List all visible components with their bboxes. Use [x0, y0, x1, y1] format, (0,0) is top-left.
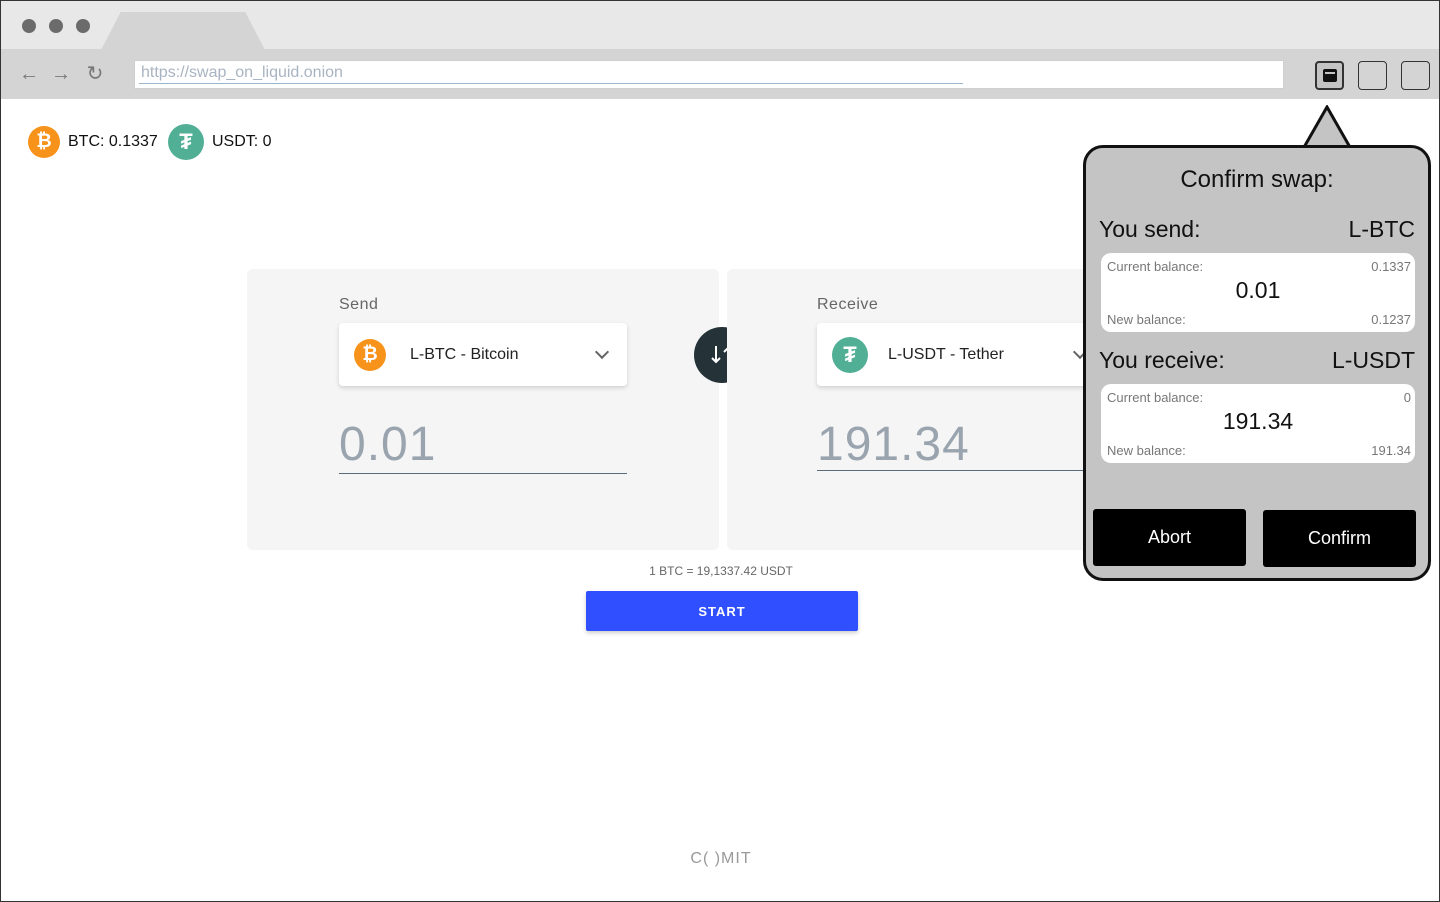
- send-current-balance-label: Current balance:: [1107, 259, 1204, 274]
- bitcoin-icon: ₿: [354, 338, 386, 371]
- popup-pointer: [1303, 105, 1353, 149]
- send-label: Send: [339, 296, 379, 313]
- start-button[interactable]: START: [586, 591, 858, 631]
- usdt-balance: ₮ USDT: 0: [168, 124, 272, 160]
- wallet-icon: [1323, 69, 1337, 82]
- extension-button-2[interactable]: [1358, 61, 1387, 90]
- confirm-button[interactable]: Confirm: [1263, 510, 1416, 567]
- abort-button[interactable]: Abort: [1093, 509, 1246, 566]
- window-minimize-dot[interactable]: [49, 19, 63, 33]
- confirm-swap-popup: Confirm swap: You send: L-BTC Current ba…: [1083, 145, 1431, 581]
- send-amount-input[interactable]: 0.01: [339, 417, 436, 472]
- send-new-balance-label: New balance:: [1107, 312, 1186, 327]
- receive-new-balance-label: New balance:: [1107, 443, 1186, 458]
- tether-icon: ₮: [168, 124, 204, 160]
- receive-amount-input[interactable]: 191.34: [817, 417, 970, 472]
- send-current-balance-value: 0.1337: [1371, 259, 1411, 274]
- window-maximize-dot[interactable]: [76, 19, 90, 33]
- receive-label: Receive: [817, 296, 879, 313]
- url-text: https://swap_on_liquid.onion: [141, 64, 343, 81]
- btc-balance: ₿ BTC: 0.1337: [28, 125, 158, 159]
- receive-new-balance-value: 191.34: [1371, 443, 1411, 458]
- receive-asset-select[interactable]: ₮ L-USDT - Tether: [817, 323, 1105, 386]
- send-row: You send: L-BTC: [1099, 216, 1415, 243]
- you-send-label: You send:: [1099, 216, 1201, 242]
- receive-balance-box: Current balance: 0 191.34 New balance: 1…: [1101, 384, 1415, 463]
- send-card: Send ₿ L-BTC - Bitcoin 0.01: [247, 269, 719, 550]
- usdt-balance-text: USDT: 0: [212, 133, 272, 150]
- back-arrow-icon[interactable]: ←: [19, 64, 39, 84]
- receive-current-balance-label: Current balance:: [1107, 390, 1204, 405]
- send-amount-value: 0.01: [1235, 277, 1281, 303]
- send-asset-select[interactable]: ₿ L-BTC - Bitcoin: [339, 323, 627, 386]
- reload-icon[interactable]: ↻: [85, 64, 105, 84]
- receive-current-balance-value: 0: [1403, 390, 1411, 405]
- browser-tab[interactable]: [101, 12, 265, 50]
- receive-asset-label: L-USDT: [1331, 347, 1415, 373]
- browser-titlebar: [1, 1, 1439, 50]
- send-asset-label: L-BTC: [1348, 216, 1415, 242]
- send-balance-box: Current balance: 0.1337 0.01 New balance…: [1101, 253, 1415, 332]
- browser-navbar: ← → ↻ https://swap_on_liquid.onion: [1, 49, 1439, 99]
- footer-logo: C( )MIT: [690, 850, 752, 867]
- receive-amount-underline: [817, 470, 1087, 471]
- wallet-extension-button[interactable]: [1315, 61, 1344, 90]
- window-close-dot[interactable]: [22, 19, 36, 33]
- you-receive-label: You receive:: [1099, 347, 1225, 373]
- popup-title: Confirm swap:: [1180, 166, 1334, 193]
- bitcoin-icon: ₿: [28, 126, 60, 158]
- tether-icon: ₮: [832, 336, 868, 373]
- receive-asset-name: L-USDT - Tether: [888, 345, 1004, 363]
- url-bar[interactable]: https://swap_on_liquid.onion: [134, 60, 1284, 89]
- chevron-down-icon: [594, 344, 610, 360]
- receive-row: You receive: L-USDT: [1099, 347, 1415, 374]
- send-new-balance-value: 0.1237: [1371, 312, 1411, 327]
- send-asset-name: L-BTC - Bitcoin: [410, 345, 519, 363]
- btc-balance-text: BTC: 0.1337: [68, 133, 158, 150]
- url-underline: [139, 83, 963, 84]
- browser-window: ← → ↻ https://swap_on_liquid.onion ₿ BTC…: [0, 0, 1440, 902]
- receive-amount-value: 191.34: [1222, 408, 1294, 434]
- extension-button-3[interactable]: [1401, 61, 1430, 90]
- forward-arrow-icon[interactable]: →: [51, 64, 71, 84]
- send-amount-underline: [339, 473, 627, 474]
